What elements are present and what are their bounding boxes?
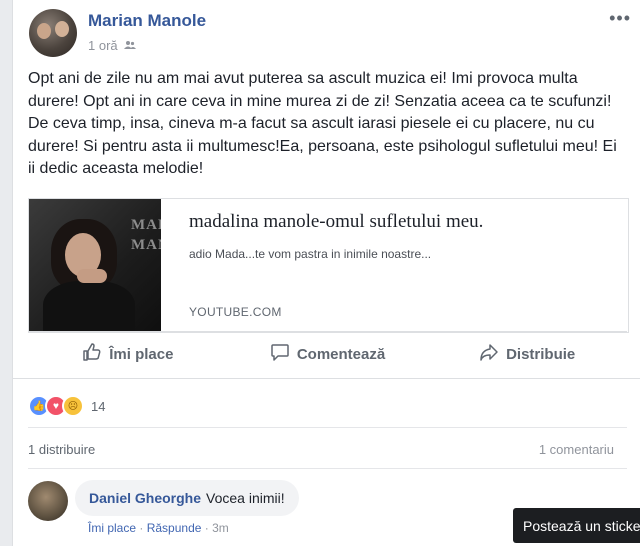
sad-reaction-icon: ☹ [62,395,84,417]
link-description: adio Mada...te vom pastra in inimile noa… [189,247,432,261]
separator: · [136,521,147,535]
like-label: Îmi place [109,345,174,363]
post-text: Opt ani de zile nu am mai avut puterea s… [28,70,617,177]
comment-bubble: Daniel Gheorghe Vocea inimii! [75,480,299,516]
comment-label: Comentează [296,345,386,363]
share-icon [479,342,499,366]
commenter-name[interactable]: Daniel Gheorghe [89,490,201,506]
comment-reply-link[interactable]: Răspunde [147,521,202,535]
sticker-tooltip: Postează un sticker [513,508,640,543]
shares-count[interactable]: 1 distribuire [28,442,95,457]
separator: · [201,521,213,535]
divider [13,378,640,379]
author-avatar[interactable] [29,9,77,57]
post-author-name[interactable]: Marian Manole [88,11,206,31]
divider [28,427,627,428]
post-actions: Îmi place Comentează Distribuie [28,331,627,377]
post-timestamp[interactable]: 1 oră [88,38,118,53]
friends-icon[interactable] [123,38,136,53]
comment-time[interactable]: 3m [212,521,229,535]
comment-actions: Îmi place · Răspunde · 3m [88,521,229,535]
link-domain: YOUTUBE.COM [189,305,282,319]
reactions-count[interactable]: 14 [91,399,105,414]
reactions-summary[interactable]: 👍 ♥ ☹ 14 [28,395,105,417]
commenter-avatar[interactable] [28,481,68,521]
comment-button[interactable]: Comentează [228,342,428,366]
link-thumbnail[interactable]: MADAMAN [29,199,161,332]
comment-like-link[interactable]: Îmi place [88,521,136,535]
thumbs-up-icon [82,342,102,366]
more-options-icon[interactable]: ••• [609,8,631,29]
post-card: Marian Manole 1 oră ••• Opt ani de zile … [12,0,640,546]
link-preview[interactable]: MADAMAN madalina manole-omul sufletului … [28,198,629,333]
comment-text: Vocea inimii! [206,490,285,506]
comment-icon [270,342,290,366]
link-title[interactable]: madalina manole-omul sufletului meu. [189,211,483,233]
share-button[interactable]: Distribuie [427,342,627,366]
divider [28,468,627,469]
post-meta: 1 oră [88,38,136,53]
share-label: Distribuie [506,345,576,363]
thumbnail-text: MADAMAN [131,217,161,253]
like-button[interactable]: Îmi place [28,342,228,366]
comments-count[interactable]: 1 comentariu [539,442,614,457]
